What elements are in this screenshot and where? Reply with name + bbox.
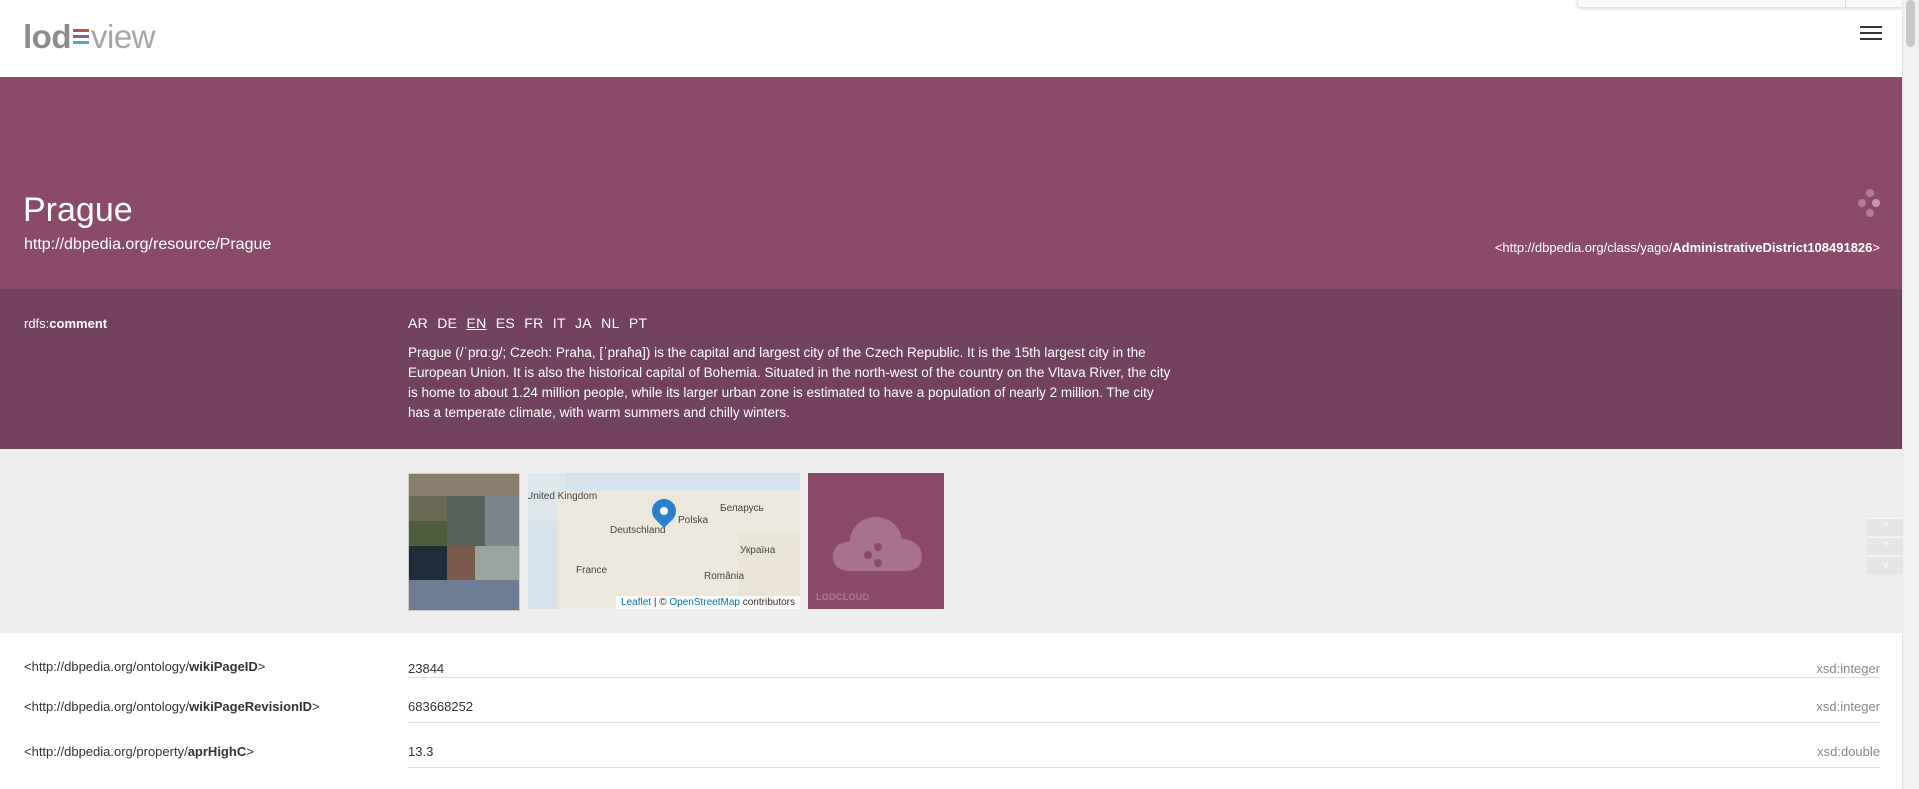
- logo-bars-icon: [72, 29, 89, 45]
- property-link[interactable]: <http://dbpedia.org/ontology/wikiPageRev…: [24, 699, 320, 714]
- comment-text: Prague (/ˈprɑːɡ/; Czech: Praha, [ˈpraɦa]…: [408, 345, 1171, 420]
- property-row: <http://dbpedia.org/ontology/wikiPageRev…: [0, 678, 1904, 723]
- property-local: aprHighC: [187, 744, 247, 759]
- attr-suffix: contributors: [739, 597, 795, 608]
- hamburger-menu-icon[interactable]: [1860, 26, 1882, 44]
- lang-de[interactable]: DE: [437, 315, 457, 331]
- type-prefix: <http://dbpedia.org/class/yago/: [1494, 240, 1673, 255]
- row-divider: [408, 767, 1880, 768]
- chevron-down-icon: v: [1883, 560, 1889, 571]
- page: lod view Prague http://dbpedia.org/resour…: [0, 0, 1904, 789]
- vertical-scrollbar[interactable]: [1902, 0, 1919, 789]
- property-value: 13.3: [408, 744, 434, 759]
- resource-uri: http://dbpedia.org/resource/Prague: [24, 236, 272, 253]
- logo-part-lod: lod: [23, 18, 71, 55]
- comment-prop-prefix: rdfs:: [24, 316, 50, 331]
- prague-collage-image[interactable]: [408, 473, 520, 611]
- page-title: Prague: [23, 191, 133, 229]
- media-section: United Kingdom Deutschland Polska Белару…: [0, 449, 1904, 633]
- scrollbar-thumb[interactable]: [1906, 0, 1915, 47]
- comment-section: rdfs:comment AR DE EN ES FR IT JA NL PT …: [0, 289, 1904, 449]
- property-row: <http://dbpedia.org/property/aprHighC> 1…: [0, 723, 1904, 768]
- datatype-label: xsd:double: [1817, 744, 1880, 759]
- map-label-france: France: [576, 565, 608, 576]
- lang-pt[interactable]: PT: [629, 315, 648, 331]
- lodview-logo[interactable]: lod view: [23, 18, 156, 56]
- type-local-name: AdministrativeDistrict108491826: [1672, 240, 1873, 255]
- lang-en[interactable]: EN: [467, 315, 487, 331]
- leaflet-link[interactable]: Leaflet: [621, 597, 651, 608]
- chevron-up-icon: ^: [1883, 522, 1889, 533]
- lang-es[interactable]: ES: [496, 315, 515, 331]
- lang-fr[interactable]: FR: [524, 315, 543, 331]
- lang-ja[interactable]: JA: [575, 315, 592, 331]
- property-suffix: >: [257, 659, 266, 674]
- datatype-label: xsd:integer: [1816, 661, 1880, 676]
- property-prefix: <http://dbpedia.org/ontology/: [24, 699, 190, 714]
- attr-separator: | ©: [651, 597, 670, 608]
- lodcloud-label: LODCLOUD: [816, 592, 870, 602]
- lang-nl[interactable]: NL: [601, 315, 620, 331]
- map-attribution: Leaflet | © OpenStreetMap contributors: [616, 596, 800, 609]
- resource-type-link[interactable]: <http://dbpedia.org/class/yago/Administr…: [1495, 240, 1880, 255]
- map-label-romania: România: [704, 571, 745, 582]
- property-prefix: <http://dbpedia.org/ontology/: [24, 659, 190, 674]
- property-link[interactable]: <http://dbpedia.org/ontology/wikiPageID>: [24, 659, 265, 674]
- property-local: wikiPageRevisionID: [189, 699, 312, 714]
- property-row: <http://dbpedia.org/ontology/wikiPageID>…: [0, 633, 1904, 678]
- property-local: wikiPageID: [189, 659, 258, 674]
- top-bar: lod view: [0, 0, 1904, 77]
- lodcloud-box[interactable]: LODCLOUD: [808, 473, 944, 609]
- type-suffix: >: [1872, 240, 1880, 255]
- map-label-germany: Deutschland: [610, 525, 666, 536]
- map-label-poland: Polska: [678, 515, 709, 526]
- property-value: 23844: [408, 661, 445, 676]
- scroll-top-button[interactable]: ⤒: [1867, 537, 1904, 555]
- property-prefix: <http://dbpedia.org/property/: [24, 744, 188, 759]
- property-link[interactable]: <http://dbpedia.org/property/aprHighC>: [24, 744, 254, 759]
- map-label-ukraine: Україна: [740, 545, 776, 556]
- property-suffix: >: [246, 744, 254, 759]
- language-selector: AR DE EN ES FR IT JA NL PT: [408, 315, 652, 331]
- search-panel-tab[interactable]: [1577, 0, 1904, 8]
- cloud-icon: [832, 517, 922, 571]
- location-map[interactable]: United Kingdom Deutschland Polska Белару…: [528, 473, 800, 609]
- scroll-up-button[interactable]: ^: [1867, 518, 1904, 536]
- comment-property: rdfs:comment: [24, 316, 107, 331]
- lodcloud-dots-icon[interactable]: [1858, 189, 1880, 219]
- logo-part-view: view: [90, 18, 156, 55]
- lang-ar[interactable]: AR: [408, 315, 428, 331]
- map-label-belarus: Беларусь: [720, 503, 764, 514]
- map-label-uk: United Kingdom: [528, 491, 598, 502]
- lang-it[interactable]: IT: [553, 315, 566, 331]
- property-suffix: >: [311, 699, 320, 714]
- resource-header: Prague http://dbpedia.org/resource/Pragu…: [0, 77, 1904, 289]
- property-list: <http://dbpedia.org/ontology/wikiPageID>…: [0, 633, 1904, 768]
- comment-prop-local: comment: [49, 316, 108, 331]
- datatype-label: xsd:integer: [1816, 699, 1880, 714]
- scroll-down-button[interactable]: v: [1867, 556, 1904, 574]
- property-value: 683668252: [408, 699, 474, 714]
- arrow-top-icon: ⤒: [1883, 541, 1889, 552]
- openstreetmap-link[interactable]: OpenStreetMap: [669, 597, 740, 608]
